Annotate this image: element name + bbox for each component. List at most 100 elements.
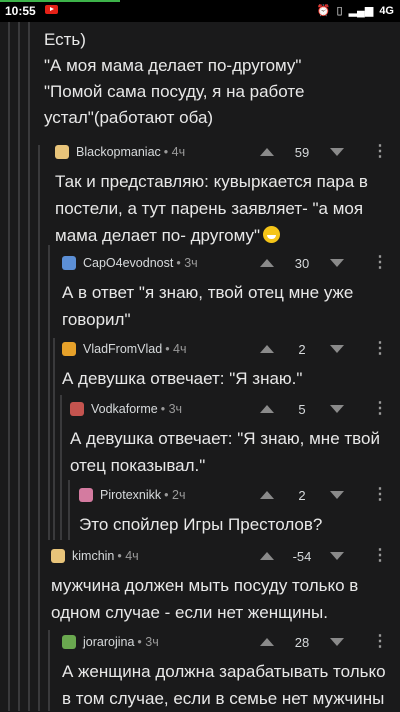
thread-line-7 — [53, 338, 55, 540]
comment-body: мужчина должен мыть посуду только в одно… — [51, 572, 358, 626]
avatar[interactable] — [55, 145, 69, 159]
username[interactable]: Vodkaforme — [91, 402, 158, 416]
text-line: говорил" — [62, 310, 131, 329]
signal-icon: ▂▄▆ — [348, 5, 374, 17]
upvote-icon[interactable] — [260, 345, 274, 353]
grinning-face-emoji-icon — [263, 226, 281, 243]
downvote-icon[interactable] — [330, 148, 344, 156]
more-options-icon[interactable]: ⋮ — [372, 255, 388, 271]
comment: kimchin • 4ч -54 ⋮ мужчина должен мыть п… — [51, 547, 400, 622]
thread-line-2 — [18, 22, 20, 711]
comment: Pirotexnikk • 2ч 2 ⋮ Это спойлер Игры Пр… — [79, 486, 400, 536]
downvote-icon[interactable] — [330, 259, 344, 267]
timestamp: • 3ч — [137, 635, 159, 649]
thread-line-6 — [48, 630, 50, 711]
upvote-icon[interactable] — [260, 638, 274, 646]
comment-meta: jorarojina • 3ч — [62, 633, 159, 651]
youtube-icon — [45, 5, 58, 14]
upvote-icon[interactable] — [260, 148, 274, 156]
text-line: одном случае - если нет женщины. — [51, 603, 328, 622]
thread-line-4 — [38, 145, 40, 711]
timestamp: • 2ч — [164, 488, 186, 502]
vote-controls: 2 ⋮ — [260, 340, 388, 358]
text-line: А девушка отвечает: "Я знаю." — [62, 369, 303, 388]
downvote-icon[interactable] — [330, 491, 344, 499]
more-options-icon[interactable]: ⋮ — [372, 487, 388, 503]
avatar[interactable] — [62, 635, 76, 649]
thread-line-1 — [8, 22, 10, 711]
vote-controls: 2 ⋮ — [260, 486, 388, 504]
avatar[interactable] — [62, 342, 76, 356]
downvote-icon[interactable] — [330, 638, 344, 646]
avatar[interactable] — [70, 402, 84, 416]
comment: VladFromVlad • 4ч 2 ⋮ А девушка отвечает… — [62, 340, 400, 390]
alarm-icon: ⏰ — [316, 5, 331, 17]
vote-controls: 59 ⋮ — [260, 143, 388, 161]
status-bar: 10:55 ⏰ ▯ ▂▄▆ 4G — [0, 0, 400, 22]
text-line: Это спойлер Игры Престолов? — [79, 515, 323, 534]
text-line: Так и представляю: кувыркается пара в — [55, 172, 368, 191]
avatar[interactable] — [79, 488, 93, 502]
score: 2 — [298, 341, 306, 357]
text-line: отец показывал." — [70, 456, 206, 475]
username[interactable]: Blackopmaniac — [76, 145, 161, 159]
vote-controls: 5 ⋮ — [260, 400, 388, 418]
score: 5 — [298, 401, 306, 417]
text-line: мама делает по- другому" — [55, 226, 261, 245]
comment: jorarojina • 3ч 28 ⋮ А женщина должна за… — [62, 633, 400, 711]
timestamp: • 3ч — [160, 402, 183, 416]
vote-controls: -54 ⋮ — [260, 547, 388, 565]
username[interactable]: kimchin — [72, 549, 114, 563]
text-line: А женщина должна зарабатывать только — [62, 662, 386, 681]
comment-body: А в ответ "я знаю, твой отец мне уже гов… — [62, 279, 353, 333]
comment-meta: Blackopmaniac • 4ч — [55, 143, 185, 161]
text-line: "А моя мама делает по-другому" — [44, 56, 302, 75]
more-options-icon[interactable]: ⋮ — [372, 341, 388, 357]
score: 28 — [294, 634, 310, 650]
upvote-icon[interactable] — [260, 552, 274, 560]
avatar[interactable] — [51, 549, 65, 563]
clock: 10:55 — [5, 4, 36, 18]
comment: Vodkaforme • 3ч 5 ⋮ А девушка отвечает: … — [70, 400, 400, 475]
more-options-icon[interactable]: ⋮ — [372, 144, 388, 160]
thread-line-9 — [68, 480, 70, 540]
comment-meta: Pirotexnikk • 2ч — [79, 486, 185, 504]
downvote-icon[interactable] — [330, 552, 344, 560]
upvote-icon[interactable] — [260, 405, 274, 413]
vote-controls: 28 ⋮ — [260, 633, 388, 651]
username[interactable]: Pirotexnikk — [100, 488, 161, 502]
more-options-icon[interactable]: ⋮ — [372, 548, 388, 564]
text-line-with-emoji: мама делает по- другому" — [55, 222, 368, 249]
score: -54 — [292, 548, 312, 564]
text-line: А в ответ "я знаю, твой отец мне уже — [62, 283, 354, 302]
username[interactable]: jorarojina — [83, 635, 134, 649]
avatar[interactable] — [62, 256, 76, 270]
timestamp: • 3ч — [176, 256, 198, 270]
username[interactable]: CapO4evodnost — [83, 256, 173, 270]
network-type: 4G — [379, 4, 394, 17]
text-line: "Помой сама посуду, я на работе — [44, 82, 305, 101]
score: 2 — [298, 487, 306, 503]
comment-body: А женщина должна зарабатывать только в т… — [62, 658, 386, 712]
comment-meta: VladFromVlad • 4ч — [62, 340, 187, 358]
downvote-icon[interactable] — [330, 405, 344, 413]
progress-indicator — [0, 0, 120, 2]
comment: CapO4evodnost • 3ч 30 ⋮ А в ответ "я зна… — [62, 254, 400, 329]
downvote-icon[interactable] — [330, 345, 344, 353]
more-options-icon[interactable]: ⋮ — [372, 401, 388, 417]
more-options-icon[interactable]: ⋮ — [372, 634, 388, 650]
upvote-icon[interactable] — [260, 491, 274, 499]
vote-controls: 30 ⋮ — [260, 254, 388, 272]
timestamp: • 4ч — [163, 145, 186, 159]
timestamp: • 4ч — [165, 342, 187, 356]
username[interactable]: VladFromVlad — [83, 342, 162, 356]
score: 59 — [294, 144, 310, 160]
text-line: Есть) — [44, 30, 86, 49]
thread-line-8 — [60, 395, 62, 540]
upvote-icon[interactable] — [260, 259, 274, 267]
comment-body: Так и представляю: кувыркается пара в по… — [55, 168, 368, 249]
comment: Blackopmaniac • 4ч 59 ⋮ Так и представля… — [55, 143, 400, 245]
comment-body: Это спойлер Игры Престолов? — [79, 511, 322, 538]
parent-comment-body: Есть) "А моя мама делает по-другому" "По… — [44, 27, 384, 131]
text-line: постели, а тут парень заявляет- "а моя — [55, 199, 364, 218]
